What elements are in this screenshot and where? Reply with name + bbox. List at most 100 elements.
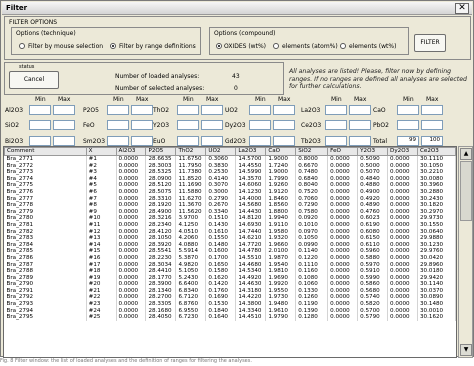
table-row[interactable]: Bra_2791 #21 0.0000 28.1340 6.8340 0.1760 14.3… — [4, 287, 456, 295]
table-row[interactable]: Bra_2771 #1 0.0000 28.6635 11.6750 0.3060 14.5… — [4, 155, 456, 163]
min-input-ce2o3[interactable] — [325, 120, 347, 130]
min-input-bi2o3[interactable] — [29, 136, 51, 146]
table-row[interactable]: Bra_2778 #8 0.0000 28.1920 11.3670 0.2670 14.5… — [4, 202, 456, 209]
max-input-gd2o3[interactable] — [273, 136, 295, 146]
table-cell: 0.0000 — [327, 195, 359, 203]
min-input-dy2o3[interactable] — [249, 120, 271, 130]
min-input-p2o5[interactable] — [107, 105, 129, 115]
min-input-gd2o3[interactable] — [249, 136, 271, 146]
table-cell: 0.0000 — [387, 182, 418, 189]
table-cell: #22 — [86, 294, 117, 302]
max-input-tho2[interactable] — [201, 105, 223, 115]
oxides-radio[interactable] — [216, 43, 222, 49]
table-row[interactable]: Bra_2781 #11 0.0000 28.2340 4.1250 0.1430 14.6… — [4, 221, 456, 229]
max-input-feo[interactable] — [131, 120, 153, 130]
column-header[interactable]: Y2O3 — [357, 147, 389, 156]
max-input-y2o3[interactable] — [201, 120, 223, 130]
column-header[interactable]: ThO2 — [175, 147, 207, 156]
column-header[interactable]: UO2 — [205, 147, 237, 156]
close-icon[interactable]: ✕ — [455, 3, 469, 14]
table-row[interactable]: Bra_2777 #7 0.0000 28.3310 11.6270 0.2790 14.4… — [4, 195, 456, 203]
scroll-down-icon[interactable]: ▼ — [460, 344, 472, 356]
scroll-thumb[interactable] — [460, 161, 472, 221]
min-input-tb2o3[interactable] — [325, 136, 347, 146]
max-input-total[interactable]: 100 — [421, 136, 443, 146]
max-input-sio2[interactable] — [53, 120, 75, 130]
column-header[interactable]: FeO — [327, 147, 359, 156]
filter-by-mouse-radio[interactable] — [19, 43, 25, 49]
max-input-sm2o3[interactable] — [131, 136, 153, 146]
table-cell: Bra_2793 — [4, 301, 87, 308]
max-input-tb2o3[interactable] — [349, 136, 371, 146]
title-bar: Filter ✕ — [2, 2, 472, 15]
min-input-uo2[interactable] — [249, 105, 271, 115]
table-cell: #21 — [86, 287, 117, 295]
table-row[interactable]: Bra_2786 #16 0.0000 28.2230 5.3870 0.1700 14.5… — [4, 254, 456, 262]
max-input-bi2o3[interactable] — [53, 136, 75, 146]
max-input-pbo2[interactable] — [421, 120, 443, 130]
table-row[interactable]: Bra_2779 #9 0.0000 28.4900 11.5620 0.3340 14.4… — [4, 208, 456, 216]
min-input-sm2o3[interactable] — [107, 136, 129, 146]
table-cell: Bra_2786 — [4, 254, 87, 262]
table-cell: 30.1140 — [417, 281, 456, 288]
max-input-cao[interactable] — [421, 105, 443, 115]
vertical-scrollbar[interactable]: ▲ ▼ — [458, 146, 473, 358]
analyses-table[interactable]: Comment X Al2O3 P2O5 ThO2 UO2 La2O3 CaO SiO2 FeO Y… — [3, 146, 457, 358]
filter-button[interactable]: FILTER — [414, 34, 446, 52]
table-cell: Bra_2778 — [4, 202, 87, 209]
column-header[interactable]: Comment — [4, 147, 87, 156]
table-row[interactable]: Bra_2794 #24 0.0000 28.1680 6.9550 0.1840 14.3… — [4, 307, 456, 315]
table-row[interactable]: Bra_2787 #17 0.0000 28.3034 4.9820 0.1650 14.4… — [4, 261, 456, 269]
table-row[interactable]: Bra_2773 #3 0.0000 28.5325 11.7380 0.2530 14.5… — [4, 169, 456, 176]
table-row[interactable]: Bra_2789 #19 0.0000 28.1770 5.2430 0.1620 14.4… — [4, 274, 456, 282]
max-input-dy2o3[interactable] — [273, 120, 295, 130]
column-header[interactable]: SiO2 — [295, 147, 329, 156]
table-row[interactable]: Bra_2784 #14 0.0000 28.3920 4.0880 0.1480 14.7… — [4, 241, 456, 249]
column-header[interactable]: Dy2O3 — [387, 147, 418, 156]
table-row[interactable]: Bra_2785 #15 0.0000 28.5541 5.5914 0.1600 14.4… — [4, 248, 456, 255]
column-header[interactable]: Ce2O3 — [416, 147, 456, 156]
column-header[interactable]: X — [85, 147, 117, 156]
table-row[interactable]: Bra_2795 #25 0.0000 28.4050 6.7230 0.1640 14.4… — [4, 314, 456, 321]
max-input-uo2[interactable] — [273, 105, 295, 115]
max-input-euo[interactable] — [201, 136, 223, 146]
table-row[interactable]: Bra_2772 #2 0.0000 28.3003 11.7950 0.3830 14.4… — [4, 162, 456, 170]
min-input-y2o3[interactable] — [177, 120, 199, 130]
min-input-euo[interactable] — [177, 136, 199, 146]
wt-percent-radio[interactable] — [340, 43, 346, 49]
table-row[interactable]: Bra_2783 #13 0.0000 28.1050 4.2060 0.1550 14.6… — [4, 235, 456, 242]
table-cell: 0.0000 — [327, 248, 359, 255]
table-row[interactable]: Bra_2782 #12 0.0000 28.4120 4.0510 0.1610 14.7… — [4, 228, 456, 236]
min-input-al2o3[interactable] — [29, 105, 51, 115]
cancel-button[interactable]: Cancel — [9, 71, 59, 89]
max-input-la2o3[interactable] — [349, 105, 371, 115]
min-input-sio2[interactable] — [29, 120, 51, 130]
table-row[interactable]: Bra_2774 #4 0.0000 28.0900 11.8520 0.4140 14.3… — [4, 175, 456, 183]
min-input-total[interactable]: 99 — [397, 136, 419, 146]
table-row[interactable]: Bra_2792 #22 0.0000 28.2700 6.7120 0.1690 14.4… — [4, 294, 456, 302]
min-input-la2o3[interactable] — [325, 105, 347, 115]
scroll-up-icon[interactable]: ▲ — [460, 148, 472, 160]
column-header[interactable]: La2O3 — [235, 147, 267, 156]
atom-percent-radio[interactable] — [273, 43, 279, 49]
table-row[interactable]: Bra_2793 #23 0.0000 28.3305 6.8760 0.1530 14.3… — [4, 301, 456, 308]
filter-options-group: FILTER OPTIONS Options (technique) Filte… — [4, 16, 471, 60]
min-input-cao[interactable] — [397, 105, 419, 115]
table-row[interactable]: Bra_2790 #20 0.0000 28.3900 6.6400 0.1420 14.4… — [4, 281, 456, 288]
table-cell: 28.2230 — [145, 254, 177, 262]
table-row[interactable]: Bra_2780 #10 0.0000 28.3216 3.9700 0.1510 14.8… — [4, 215, 456, 222]
column-header[interactable]: CaO — [265, 147, 297, 156]
max-input-ce2o3[interactable] — [349, 120, 371, 130]
table-row[interactable]: Bra_2788 #18 0.0000 28.4410 5.1050 0.1580 14.5… — [4, 268, 456, 275]
min-input-feo[interactable] — [107, 120, 129, 130]
column-header[interactable]: Al2O3 — [115, 147, 147, 156]
min-input-tho2[interactable] — [177, 105, 199, 115]
min-input-pbo2[interactable] — [397, 120, 419, 130]
max-input-p2o5[interactable] — [131, 105, 153, 115]
column-header[interactable]: P2O5 — [145, 147, 177, 156]
table-row[interactable]: Bra_2776 #6 0.0000 28.5075 11.5880 0.3000 14.1… — [4, 188, 456, 196]
max-input-al2o3[interactable] — [53, 105, 75, 115]
filter-by-range-radio[interactable] — [110, 43, 116, 49]
table-row[interactable]: Bra_2775 #5 0.0000 28.5120 11.1690 0.3070 14.6… — [4, 182, 456, 189]
table-cell: 0.6023 — [357, 215, 389, 222]
